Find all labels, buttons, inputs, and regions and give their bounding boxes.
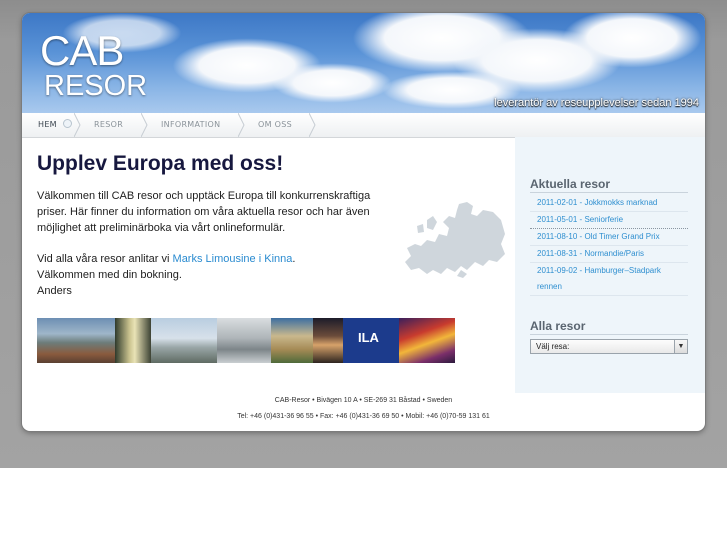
- logo-text-cab: CAB: [40, 27, 124, 74]
- sidebar: Aktuella resor 2011-02-01 - Jokkmokks ma…: [515, 137, 705, 393]
- nav-item-hem[interactable]: HEM: [38, 113, 72, 137]
- cloud-decoration: [562, 13, 702, 68]
- travel-photo: [115, 318, 151, 363]
- partner-text: Vid alla våra resor anlitar vi Marks Lim…: [37, 251, 295, 299]
- nav-item-resor[interactable]: RESOR: [94, 113, 123, 137]
- nav-separator: [238, 113, 245, 137]
- signature-text: Anders: [37, 285, 72, 297]
- header-banner: CAB RESOR leverantör av reseupplevelser …: [22, 13, 705, 113]
- trip-link[interactable]: 2011-09-02 - Hamburger–Stadpark rennen: [530, 263, 688, 296]
- travel-photo: [217, 318, 271, 363]
- current-trips-heading: Aktuella resor: [530, 177, 611, 191]
- travel-photo: [271, 318, 313, 363]
- photo-strip: ILA: [37, 318, 455, 363]
- partner-text-after: .: [292, 253, 296, 265]
- active-dot-icon: [62, 119, 72, 128]
- nav-item-label: HEM: [38, 120, 57, 129]
- main-nav: HEM RESOR INFORMATION OM OSS: [22, 113, 705, 138]
- trip-select[interactable]: Välj resa: ▼: [530, 339, 688, 354]
- welcome-text: Välkommen med din bokning.: [37, 269, 182, 281]
- trip-select-value: Välj resa:: [536, 342, 570, 351]
- nav-item-information[interactable]: INFORMATION: [161, 113, 220, 137]
- travel-photo: [313, 318, 343, 363]
- trip-link[interactable]: 2011-02-01 - Jokkmokks marknad: [530, 195, 688, 212]
- trip-link[interactable]: 2011-05-01 - Seniorferie: [530, 212, 688, 229]
- travel-photo: [399, 318, 455, 363]
- site-logo[interactable]: CAB RESOR: [40, 27, 148, 102]
- divider: [530, 192, 688, 193]
- all-trips-heading: Alla resor: [530, 319, 586, 333]
- nav-separator: [141, 113, 148, 137]
- footer-phones: Tel: +46 (0)431-36 96 55 • Fax: +46 (0)4…: [237, 413, 490, 420]
- partner-link[interactable]: Marks Limousine i Kinna: [173, 253, 293, 265]
- travel-photo: [151, 318, 217, 363]
- divider: [530, 334, 688, 335]
- logo-text-resor: RESOR: [44, 70, 148, 102]
- europe-map-image: [405, 202, 505, 278]
- trip-link[interactable]: 2011-08-10 - Old Timer Grand Prix: [530, 229, 688, 246]
- travel-photo: ILA: [343, 318, 399, 363]
- trip-link[interactable]: 2011-08-31 - Normandie/Paris: [530, 246, 688, 263]
- travel-photo: [37, 318, 115, 363]
- footer: CAB-Resor • Bivägen 10 A • SE-269 31 Bås…: [22, 393, 705, 431]
- ila-badge: ILA: [358, 330, 379, 345]
- footer-address: CAB-Resor • Bivägen 10 A • SE-269 31 Bås…: [274, 397, 453, 404]
- partner-text-before: Vid alla våra resor anlitar vi: [37, 253, 173, 265]
- page-title: Upplev Europa med oss!: [37, 152, 284, 175]
- page-container: CAB RESOR leverantör av reseupplevelser …: [22, 13, 705, 431]
- header-tagline: leverantör av reseupplevelser sedan 1994: [494, 97, 699, 109]
- dropdown-arrow-icon[interactable]: ▼: [674, 340, 687, 353]
- cloud-decoration: [272, 63, 392, 103]
- nav-item-om-oss[interactable]: OM OSS: [258, 113, 292, 137]
- nav-separator: [74, 113, 81, 137]
- nav-separator: [309, 113, 316, 137]
- intro-text: Välkommen till CAB resor och upptäck Eur…: [37, 190, 371, 234]
